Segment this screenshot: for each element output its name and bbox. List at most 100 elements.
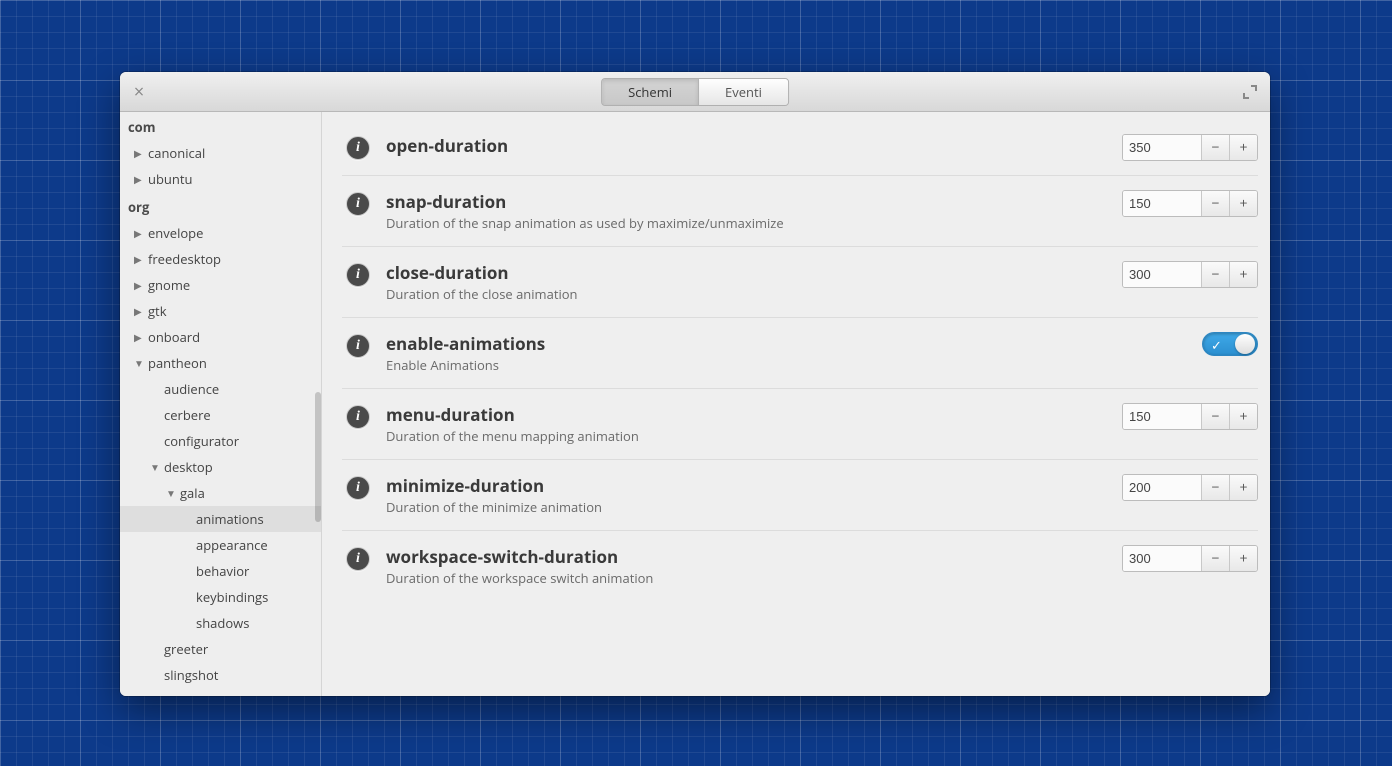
chevron-right-icon: ▶ xyxy=(134,172,144,186)
enable-animations-toggle[interactable]: ✓ xyxy=(1202,332,1258,356)
titlebar: × Schemi Eventi xyxy=(120,72,1270,112)
tree-item[interactable]: ▶ gnome xyxy=(120,272,321,298)
tree-item[interactable]: ▶wingpanel xyxy=(120,688,321,696)
chevron-right-icon: ▶ xyxy=(134,252,144,266)
view-toggle: Schemi Eventi xyxy=(601,78,789,106)
setting-row-workspace-switch-duration: iworkspace-switch-durationDuration of th… xyxy=(342,531,1258,601)
chevron-down-icon: ▼ xyxy=(134,356,144,370)
setting-desc: Duration of the close animation xyxy=(386,285,1110,303)
tree-item-label: keybindings xyxy=(196,588,268,606)
setting-desc: Duration of the minimize animation xyxy=(386,498,1110,516)
tree-item[interactable]: ▶cerbere xyxy=(120,402,321,428)
tree-item-label: freedesktop xyxy=(148,250,221,268)
tree-item-label: canonical xyxy=(148,144,205,162)
tree-item-label: onboard xyxy=(148,328,200,346)
tree-item-label: gnome xyxy=(148,276,190,294)
close-icon[interactable]: × xyxy=(130,83,148,101)
tree-item-label: cerbere xyxy=(164,406,211,424)
decrement-button[interactable]: − xyxy=(1201,404,1229,429)
setting-row-snap-duration: isnap-durationDuration of the snap anima… xyxy=(342,176,1258,247)
info-icon[interactable]: i xyxy=(346,192,370,216)
info-icon[interactable]: i xyxy=(346,405,370,429)
tab-eventi[interactable]: Eventi xyxy=(699,79,788,105)
tree-item[interactable]: ▶canonical xyxy=(120,140,321,166)
close-duration-input[interactable] xyxy=(1123,262,1201,287)
info-icon[interactable]: i xyxy=(346,334,370,358)
tree-item-label: pantheon xyxy=(148,354,207,372)
tree-item-animations[interactable]: ▶animations xyxy=(120,506,321,532)
tree-item[interactable]: ▶ gtk xyxy=(120,298,321,324)
open-duration-stepper: −+ xyxy=(1122,134,1258,161)
chevron-down-icon: ▼ xyxy=(150,460,160,474)
setting-desc: Duration of the menu mapping animation xyxy=(386,427,1110,445)
setting-row-close-duration: i close-durationDuration of the close ani… xyxy=(342,247,1258,318)
tree-item[interactable]: ▶slingshot xyxy=(120,662,321,688)
setting-desc: Duration of the snap animation as used b… xyxy=(386,214,1110,232)
tree-item[interactable]: ▶configurator xyxy=(120,428,321,454)
minimize-duration-input[interactable] xyxy=(1123,475,1201,500)
decrement-button[interactable]: − xyxy=(1201,191,1229,216)
tree-item-label: behavior xyxy=(196,562,249,580)
tree-item-label: slingshot xyxy=(164,666,218,684)
setting-row-menu-duration: i menu-durationDuration of the menu mappi… xyxy=(342,389,1258,460)
workspace-switch-duration-input[interactable] xyxy=(1123,546,1201,571)
increment-button[interactable]: + xyxy=(1229,262,1257,287)
decrement-button[interactable]: − xyxy=(1201,546,1229,571)
open-duration-input[interactable] xyxy=(1123,135,1201,160)
decrement-button[interactable]: − xyxy=(1201,475,1229,500)
tree-item[interactable]: ▶audience xyxy=(120,376,321,402)
tree-item[interactable]: ▼ gala xyxy=(120,480,321,506)
tree-item[interactable]: ▶ freedesktop xyxy=(120,246,321,272)
tree-item[interactable]: ▶behavior xyxy=(120,558,321,584)
tree-item-label: envelope xyxy=(148,224,203,242)
tree-item[interactable]: ▶keybindings xyxy=(120,584,321,610)
tree-item-label: appearance xyxy=(196,536,268,554)
decrement-button[interactable]: − xyxy=(1201,262,1229,287)
chevron-right-icon: ▶ xyxy=(134,278,144,292)
setting-title: minimize-duration xyxy=(386,474,1110,497)
tree-item[interactable]: ▶ onboard xyxy=(120,324,321,350)
close-duration-stepper: −+ xyxy=(1122,261,1258,288)
tab-schemi[interactable]: Schemi xyxy=(602,79,699,105)
decrement-button[interactable]: − xyxy=(1201,135,1229,160)
tree-item-label: greeter xyxy=(164,640,208,658)
tree-item-label: gtk xyxy=(148,302,167,320)
tree-group: org xyxy=(120,192,321,220)
setting-desc: Duration of the workspace switch animati… xyxy=(386,569,1110,587)
tree-item[interactable]: ▶envelope xyxy=(120,220,321,246)
info-icon[interactable]: i xyxy=(346,136,370,160)
tree-item[interactable]: ▼ desktop xyxy=(120,454,321,480)
snap-duration-input[interactable] xyxy=(1123,191,1201,216)
tree-item-label: ubuntu xyxy=(148,170,192,188)
tree-item[interactable]: ▼ pantheon xyxy=(120,350,321,376)
tree-item[interactable]: ▶greeter xyxy=(120,636,321,662)
tree-item-label: animations xyxy=(196,510,264,528)
tree-item[interactable]: ▶appearance xyxy=(120,532,321,558)
increment-button[interactable]: + xyxy=(1229,546,1257,571)
info-icon[interactable]: i xyxy=(346,547,370,571)
minimize-duration-stepper: −+ xyxy=(1122,474,1258,501)
tree-item-label: gala xyxy=(180,484,205,502)
increment-button[interactable]: + xyxy=(1229,135,1257,160)
setting-title: menu-duration xyxy=(386,403,1110,426)
chevron-down-icon: ▼ xyxy=(166,486,176,500)
app-window: × Schemi Eventi com ▶canonical ▶ubuntu o… xyxy=(120,72,1270,696)
tree-item[interactable]: ▶ ubuntu xyxy=(120,166,321,192)
increment-button[interactable]: + xyxy=(1229,191,1257,216)
chevron-right-icon: ▶ xyxy=(134,330,144,344)
setting-title: close-duration xyxy=(386,261,1110,284)
tree-item[interactable]: ▶shadows xyxy=(120,610,321,636)
increment-button[interactable]: + xyxy=(1229,404,1257,429)
tree-item-label: desktop xyxy=(164,458,213,476)
info-icon[interactable]: i xyxy=(346,476,370,500)
tree-item-label: audience xyxy=(164,380,219,398)
info-icon[interactable]: i xyxy=(346,263,370,287)
increment-button[interactable]: + xyxy=(1229,475,1257,500)
schema-tree[interactable]: com ▶canonical ▶ubuntu org ▶envelope ▶fr… xyxy=(120,112,322,696)
menu-duration-input[interactable] xyxy=(1123,404,1201,429)
setting-row-minimize-duration: i minimize-durationDuration of the minimi… xyxy=(342,460,1258,531)
maximize-icon[interactable] xyxy=(1242,83,1260,101)
setting-row-open-duration: iopen-duration−+ xyxy=(342,120,1258,176)
chevron-right-icon: ▶ xyxy=(134,304,144,318)
workspace-switch-duration-stepper: −+ xyxy=(1122,545,1258,572)
